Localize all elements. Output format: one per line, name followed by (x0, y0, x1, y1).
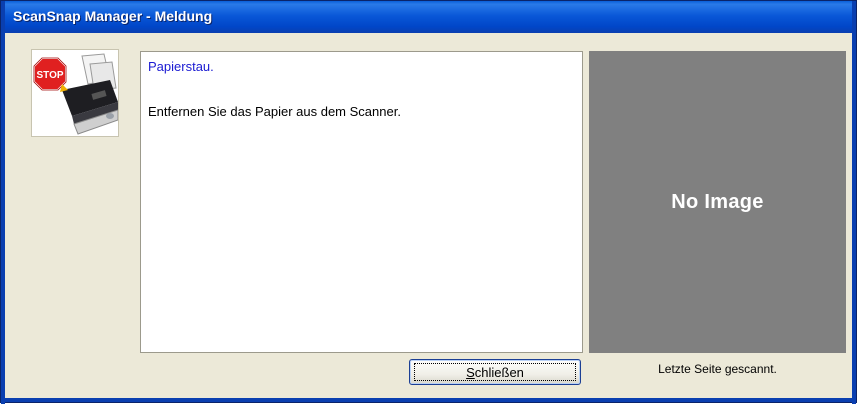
title-bar[interactable]: ScanSnap Manager - Meldung (1, 1, 856, 33)
window-title: ScanSnap Manager - Meldung (13, 8, 213, 24)
close-button[interactable]: Schließen (409, 359, 581, 385)
window-frame-left (1, 33, 5, 404)
window-frame-right (852, 33, 856, 404)
window-frame-bottom (1, 398, 856, 402)
message-detail: Entfernen Sie das Papier aus dem Scanner… (148, 104, 401, 119)
message-box: Papierstau. Entfernen Sie das Papier aus… (140, 51, 583, 353)
scanner-illustration: STOP (33, 53, 118, 135)
status-text: Letzte Seite gescannt. (658, 362, 777, 376)
message-headline: Papierstau. (148, 59, 214, 74)
stop-label: STOP (36, 70, 63, 81)
stop-scanner-icon: STOP (31, 49, 119, 137)
image-preview: No Image (589, 51, 846, 353)
dialog-window: ScanSnap Manager - Meldung STOP Papierst… (0, 0, 857, 404)
preview-placeholder: No Image (671, 190, 764, 213)
close-button-label: Schließen (466, 364, 524, 380)
